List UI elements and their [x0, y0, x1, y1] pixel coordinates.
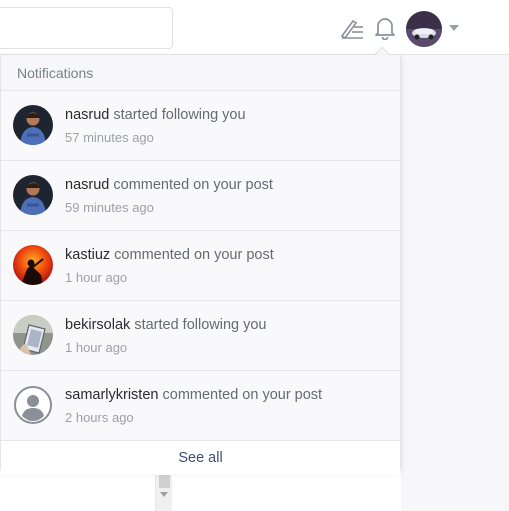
- bell-icon[interactable]: [372, 14, 398, 42]
- caret-down-icon[interactable]: [449, 25, 459, 31]
- notification-username[interactable]: nasrud: [65, 177, 109, 193]
- notification-item[interactable]: nasrud commented on your post 59 minutes…: [1, 161, 400, 231]
- avatar[interactable]: [13, 315, 53, 355]
- notification-message: samarlykristen commented on your post: [65, 387, 322, 403]
- top-bar: [0, 0, 509, 55]
- write-icon[interactable]: [338, 14, 366, 42]
- notification-message: nasrud started following you: [65, 107, 246, 123]
- default-user-icon[interactable]: [13, 385, 53, 425]
- notification-item[interactable]: samarlykristen commented on your post 2 …: [1, 371, 400, 441]
- notification-username[interactable]: bekirsolak: [65, 317, 130, 333]
- search-input[interactable]: [0, 7, 173, 49]
- notification-action: commented on your post: [114, 247, 274, 263]
- avatar[interactable]: [13, 175, 53, 215]
- notification-action: commented on your post: [113, 177, 273, 193]
- notification-item[interactable]: nasrud started following you 57 minutes …: [1, 91, 400, 161]
- scroll-down-arrow-icon[interactable]: [160, 492, 168, 497]
- avatar[interactable]: [13, 245, 53, 285]
- notification-message: bekirsolak started following you: [65, 317, 267, 333]
- notifications-dropdown: Notifications nasrud started following y…: [0, 55, 401, 475]
- notifications-header: Notifications: [1, 55, 400, 91]
- notification-message: kastiuz commented on your post: [65, 247, 274, 263]
- notification-action: started following you: [134, 317, 267, 333]
- avatar[interactable]: [13, 105, 53, 145]
- notification-time: 1 hour ago: [65, 270, 128, 285]
- notification-item[interactable]: bekirsolak started following you 1 hour …: [1, 301, 400, 371]
- notification-time: 57 minutes ago: [65, 130, 154, 145]
- notification-username[interactable]: nasrud: [65, 107, 109, 123]
- notification-time: 2 hours ago: [65, 410, 134, 425]
- notifications-title: Notifications: [17, 64, 94, 81]
- notification-list: nasrud started following you 57 minutes …: [1, 91, 400, 441]
- notification-action: commented on your post: [162, 387, 323, 403]
- notification-time: 59 minutes ago: [65, 200, 154, 215]
- notification-username[interactable]: samarlykristen: [65, 387, 158, 403]
- notification-username[interactable]: kastiuz: [65, 247, 110, 263]
- see-all-link[interactable]: See all: [1, 441, 400, 475]
- notification-message: nasrud commented on your post: [65, 177, 273, 193]
- notification-item[interactable]: kastiuz commented on your post 1 hour ag…: [1, 231, 400, 301]
- page-background-right: [401, 55, 509, 511]
- avatar[interactable]: [406, 11, 442, 47]
- notification-time: 1 hour ago: [65, 340, 128, 355]
- scrollbar[interactable]: [155, 470, 172, 511]
- notification-action: started following you: [113, 107, 246, 123]
